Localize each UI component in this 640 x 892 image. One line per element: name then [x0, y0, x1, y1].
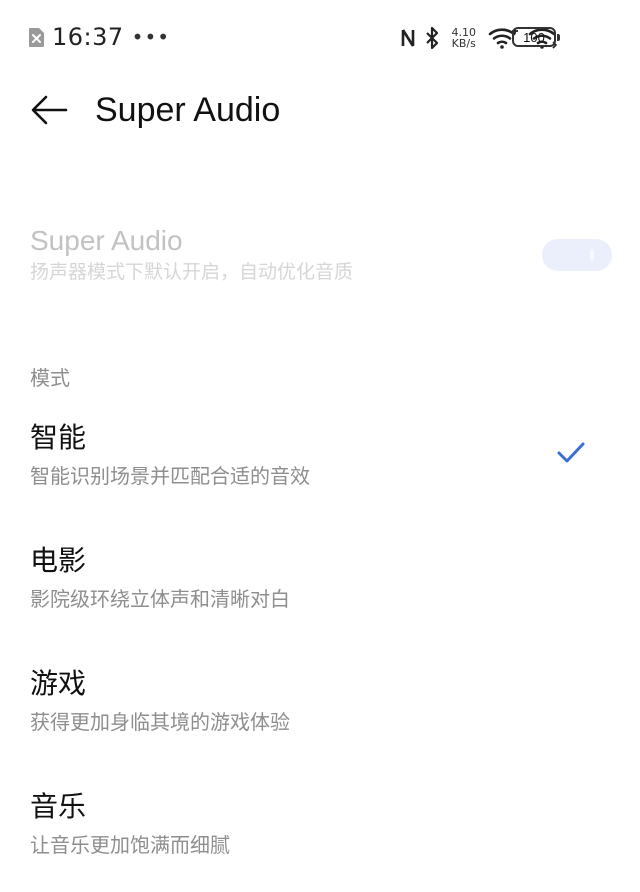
mode-item-smart[interactable]: 智能 智能识别场景并匹配合适的音效 — [0, 418, 640, 504]
no-sim-icon — [28, 25, 46, 49]
mode-description: 获得更加身临其境的游戏体验 — [30, 710, 290, 734]
page-title: Super Audio — [95, 91, 281, 129]
mode-description: 影院级环绕立体声和清晰对白 — [30, 587, 290, 611]
status-bar: 16:37 ••• 4.10 KB/s 100 — [0, 0, 640, 76]
network-speed-unit: KB/s — [451, 37, 476, 50]
back-arrow-icon — [26, 95, 72, 134]
mode-title: 游戏 — [30, 667, 87, 700]
mode-section-header: 模式 — [30, 366, 70, 390]
mode-title: 智能 — [30, 421, 87, 454]
selected-check-icon — [556, 440, 586, 466]
mode-description: 智能识别场景并匹配合适的音效 — [30, 464, 310, 488]
mode-item-game[interactable]: 游戏 获得更加身临其境的游戏体验 — [0, 664, 640, 750]
super-audio-switch-row: Super Audio 扬声器模式下默认开启，自动优化音质 — [0, 215, 640, 295]
clock: 16:37 — [52, 23, 124, 51]
back-button[interactable] — [26, 90, 72, 130]
more-notifications-icon: ••• — [131, 25, 171, 49]
mode-description: 让音乐更加饱满而细腻 — [30, 833, 230, 857]
nfc-icon — [400, 27, 416, 49]
mode-item-movie[interactable]: 电影 影院级环绕立体声和清晰对白 — [0, 541, 640, 627]
mode-title: 音乐 — [30, 790, 87, 823]
super-audio-switch-title: Super Audio — [30, 225, 183, 256]
mode-item-music[interactable]: 音乐 让音乐更加饱满而细腻 — [0, 787, 640, 873]
super-audio-switch-subtitle: 扬声器模式下默认开启，自动优化音质 — [30, 261, 354, 283]
battery-icon: 100 — [512, 27, 560, 47]
network-speed: 4.10 KB/s — [452, 27, 477, 49]
status-bar-left: 16:37 ••• — [28, 24, 170, 50]
super-audio-toggle[interactable] — [542, 239, 612, 271]
bluetooth-icon — [424, 26, 440, 50]
toggle-knob — [590, 249, 594, 261]
app-bar: Super Audio — [0, 76, 640, 146]
mode-title: 电影 — [30, 544, 87, 577]
